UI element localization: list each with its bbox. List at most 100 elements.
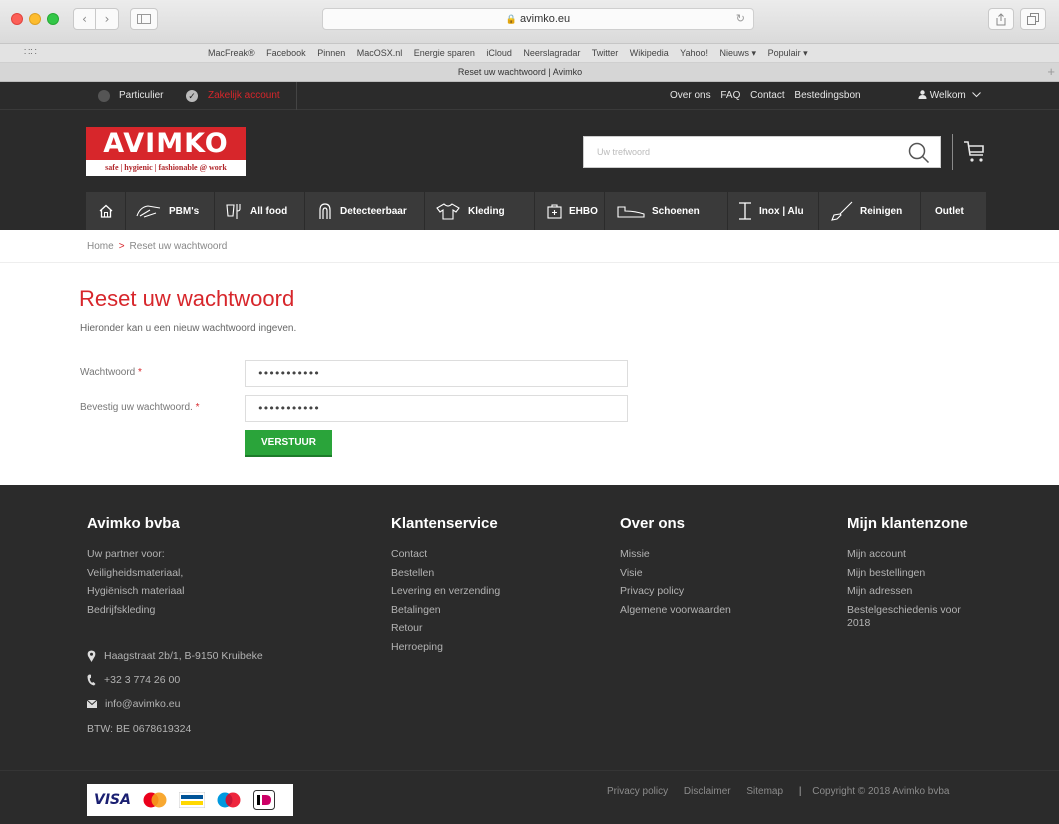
confirm-label-text: Bevestig uw wachtwoord.: [80, 402, 193, 413]
tab-bar: Reset uw wachtwoord | Avimko +: [0, 63, 1059, 82]
cart-icon[interactable]: [962, 140, 986, 164]
top-link-faq[interactable]: FAQ: [720, 90, 740, 101]
footer-link[interactable]: Algemene voorwaarden: [620, 601, 731, 620]
reload-icon[interactable]: ↻: [736, 9, 745, 29]
nav-all-food[interactable]: All food: [215, 192, 305, 230]
zoom-window-button[interactable]: [47, 13, 59, 25]
zakelijk-label[interactable]: Zakelijk account: [208, 90, 280, 101]
favorite-link[interactable]: Wikipedia: [630, 48, 669, 58]
footer-divider: [0, 770, 1059, 771]
particulier-radio[interactable]: [98, 90, 110, 102]
footer-link[interactable]: Mijn account: [847, 545, 987, 564]
footer-link[interactable]: Mijn bestellingen: [847, 564, 987, 583]
shirt-icon: [436, 202, 460, 220]
share-button[interactable]: [988, 8, 1014, 30]
address-text: Haagstraat 2b/1, B-9150 Kruibeke: [104, 650, 263, 662]
favorite-link[interactable]: Twitter: [592, 48, 619, 58]
footer-link[interactable]: Levering en verzending: [391, 582, 500, 601]
site-topbar: Particulier ✓ Zakelijk account Over ons …: [0, 82, 1059, 110]
footer-service: Klantenservice Contact Bestellen Leverin…: [391, 515, 500, 656]
close-window-button[interactable]: [11, 13, 23, 25]
footer-heading: Klantenservice: [391, 515, 498, 532]
nav-reinigen[interactable]: Reinigen: [819, 192, 921, 230]
logo-wordmark: AVIMKO: [86, 127, 246, 160]
footer-link[interactable]: Contact: [391, 545, 500, 564]
footer-link[interactable]: Bestelgeschiedenis voor 2018: [847, 601, 987, 630]
broom-icon: [831, 201, 853, 221]
confirm-password-field[interactable]: •••••••••••: [245, 395, 628, 422]
footer-link[interactable]: Privacy policy: [620, 582, 731, 601]
footer-company: Avimko bvba Uw partner voor: Veiligheids…: [87, 515, 184, 619]
nav-kleding[interactable]: Kleding: [425, 192, 535, 230]
favorite-link[interactable]: Energie sparen: [414, 48, 475, 58]
nav-ehbo[interactable]: EHBO: [535, 192, 605, 230]
favorite-link[interactable]: iCloud: [486, 48, 512, 58]
favorite-link[interactable]: MacFreak®: [208, 48, 255, 58]
favorite-link[interactable]: Neerslagradar: [523, 48, 580, 58]
footer-link[interactable]: Herroeping: [391, 638, 500, 657]
nav-label: Inox | Alu: [759, 205, 804, 217]
search-icon[interactable]: [908, 142, 930, 164]
minimize-window-button[interactable]: [29, 13, 41, 25]
favorite-link[interactable]: Populair ▾: [768, 48, 808, 58]
avimko-logo[interactable]: AVIMKO safe | hygienic | fashionable @ w…: [86, 127, 246, 176]
nav-detecteerbaar[interactable]: Detecteerbaar: [305, 192, 425, 230]
favorite-link[interactable]: MacOSX.nl: [357, 48, 403, 58]
nav-inox-alu[interactable]: Inox | Alu: [728, 192, 819, 230]
footer-link[interactable]: Bestellen: [391, 564, 500, 583]
legal-disclaimer-link[interactable]: Disclaimer: [684, 786, 731, 797]
favorite-link[interactable]: Facebook: [266, 48, 306, 58]
vat-text: BTW: BE 0678619324: [87, 723, 192, 735]
tab-overview-button[interactable]: [1020, 8, 1046, 30]
tab-title[interactable]: Reset uw wachtwoord | Avimko: [0, 67, 1040, 77]
favorite-link[interactable]: Nieuws ▾: [720, 48, 757, 58]
sidebar-icon: [137, 14, 151, 24]
phone-text[interactable]: +32 3 774 26 00: [104, 674, 180, 686]
copyright-text: Copyright © 2018 Avimko bvba: [812, 786, 950, 797]
new-tab-icon[interactable]: +: [1047, 64, 1055, 79]
particulier-label[interactable]: Particulier: [119, 90, 163, 101]
footer-link[interactable]: Betalingen: [391, 601, 500, 620]
nav-schoenen[interactable]: Schoenen: [605, 192, 728, 230]
back-button[interactable]: ‹: [73, 8, 96, 30]
nav-label: Outlet: [935, 205, 964, 217]
search-box: [583, 136, 941, 168]
maestro-icon: [217, 792, 241, 808]
category-nav: PBM's All food Detecteerbaar Kleding EHB…: [0, 192, 1059, 230]
footer-link[interactable]: Mijn adressen: [847, 582, 987, 601]
legal-privacy-link[interactable]: Privacy policy: [607, 786, 668, 797]
favorite-link[interactable]: Pinnen: [317, 48, 345, 58]
footer-heading: Over ons: [620, 515, 686, 532]
nav-pbm[interactable]: PBM's: [126, 192, 215, 230]
legal-sitemap-link[interactable]: Sitemap: [746, 786, 783, 797]
footer-link[interactable]: Visie: [620, 564, 731, 583]
detect-icon: [319, 202, 331, 219]
top-link-contact[interactable]: Contact: [750, 90, 784, 101]
grid-icon[interactable]: ∷∷: [24, 47, 37, 58]
required-mark: *: [138, 367, 142, 378]
nav-outlet[interactable]: Outlet: [921, 192, 986, 230]
sidebar-toggle-button[interactable]: [130, 8, 158, 30]
footer-link[interactable]: Retour: [391, 619, 500, 638]
footer-text: Uw partner voor:: [87, 548, 165, 560]
top-link-over-ons[interactable]: Over ons: [670, 90, 711, 101]
intro-text: Hieronder kan u een nieuw wachtwoord ing…: [80, 323, 297, 334]
forward-button[interactable]: ›: [96, 8, 119, 30]
address-bar[interactable]: 🔒 avimko.eu ↻: [322, 8, 754, 30]
welcome-menu[interactable]: Welkom: [918, 90, 981, 101]
category-strip: PBM's All food Detecteerbaar Kleding EHB…: [86, 192, 986, 230]
inox-icon: [739, 202, 751, 220]
search-input[interactable]: [584, 137, 884, 167]
zakelijk-radio[interactable]: ✓: [186, 90, 198, 102]
footer-link[interactable]: Missie: [620, 545, 731, 564]
nav-label: All food: [250, 205, 288, 217]
submit-button[interactable]: VERSTUUR: [245, 430, 332, 457]
favorite-link[interactable]: Yahoo!: [680, 48, 708, 58]
password-field[interactable]: •••••••••••: [245, 360, 628, 387]
welcome-label: Welkom: [929, 90, 966, 101]
breadcrumb-home[interactable]: Home: [87, 241, 114, 252]
nav-label: PBM's: [169, 205, 200, 217]
email-text[interactable]: info@avimko.eu: [105, 698, 180, 710]
top-link-bestedingsbon[interactable]: Bestedingsbon: [794, 90, 860, 101]
nav-home[interactable]: [86, 192, 126, 230]
